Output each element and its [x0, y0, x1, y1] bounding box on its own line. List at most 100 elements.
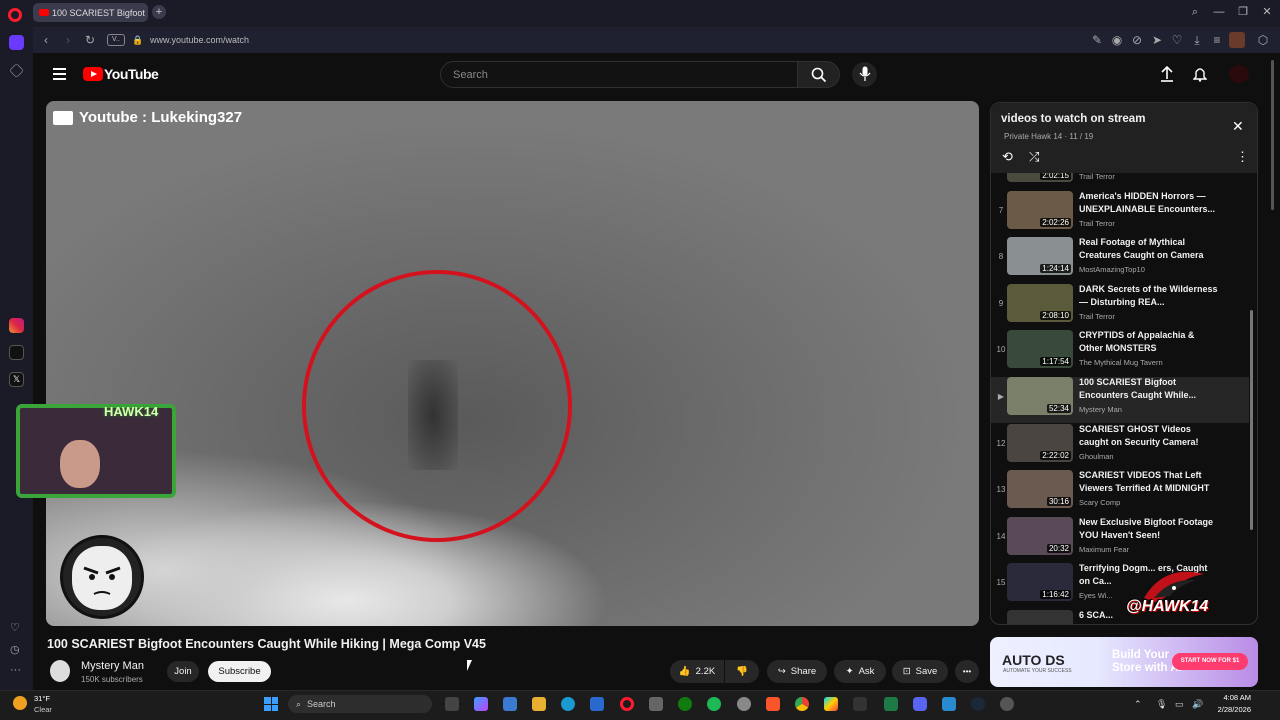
loop-icon[interactable]: ⟲: [1002, 149, 1013, 165]
weather-condition[interactable]: Clear: [34, 705, 52, 714]
close-playlist-icon[interactable]: ✕: [1232, 118, 1244, 135]
brave-icon[interactable]: [766, 697, 780, 711]
widgets-icon[interactable]: [503, 697, 517, 711]
playlist-item-title[interactable]: America's HIDDEN Horrors — UNEXPLAINABLE…: [1079, 190, 1219, 216]
playlist-item[interactable]: 14 20:32 New Exclusive Bigfoot Footage YOU…: [991, 517, 1249, 563]
playlist-item-channel: The Mythical Mug Tavern: [1079, 358, 1163, 367]
playlist-item-title[interactable]: New Exclusive Bigfoot Footage YOU Haven'…: [1079, 516, 1219, 542]
playlist-item-title[interactable]: SCARIEST VIDEOS That Left Viewers Terrif…: [1079, 469, 1219, 495]
app-gear-icon[interactable]: [1000, 697, 1014, 711]
playlist-item[interactable]: 7 2:02:26 America's HIDDEN Horrors — UNEXP…: [991, 191, 1249, 237]
chrome-icon[interactable]: [795, 697, 809, 711]
playlist-item-thumbnail[interactable]: 2:08:10: [1007, 284, 1073, 322]
taskbar-search[interactable]: ⌕ Search: [288, 695, 432, 713]
xbox-icon[interactable]: [678, 697, 692, 711]
share-button[interactable]: ↪ Share: [767, 660, 827, 683]
playlist-title[interactable]: videos to watch on stream: [1001, 113, 1145, 125]
playlist-item-index: 14: [996, 532, 1006, 541]
playlist-item[interactable]: 8 1:24:14 Real Footage of Mythical Creatur…: [991, 237, 1249, 283]
history-icon[interactable]: ◷: [10, 643, 20, 656]
playlist-item-duration: 52:34: [1046, 404, 1071, 413]
playlist-item-index: 12: [996, 439, 1006, 448]
playlist-item-duration: 2:22:02: [1040, 451, 1071, 460]
tray-mic-icon[interactable]: 🎙: [1156, 699, 1167, 710]
tray-display-icon[interactable]: ▭: [1175, 699, 1184, 710]
windows-taskbar: [0, 690, 1280, 720]
playlist-item-duration: 2:08:10: [1040, 311, 1071, 320]
channel-name[interactable]: Mystery Man: [81, 660, 144, 672]
playlist-item[interactable]: ▶ 52:34 100 SCARIEST Bigfoot Encounters Ca…: [991, 377, 1249, 423]
discord-icon[interactable]: [913, 697, 927, 711]
playlist-item-index: 15: [996, 578, 1006, 587]
video-title: 100 SCARIEST Bigfoot Encounters Caught W…: [47, 637, 486, 651]
playlist-item-index: 13: [996, 485, 1006, 494]
excel-icon[interactable]: [884, 697, 898, 711]
save-button[interactable]: ⊡ Save: [892, 660, 948, 683]
playlist-item-channel: Trail Terror: [1079, 172, 1115, 181]
playlist-item-title[interactable]: 100 SCARIEST Bigfoot Encounters Caught W…: [1079, 376, 1219, 402]
playlist-item-index: ▶: [997, 392, 1005, 401]
join-button[interactable]: Join: [167, 661, 199, 682]
steam-icon[interactable]: [971, 697, 985, 711]
playlist-item-thumbnail[interactable]: [1007, 610, 1073, 624]
more-actions-button[interactable]: •••: [955, 660, 979, 683]
dislike-button[interactable]: 👎: [725, 660, 759, 683]
spotify-icon[interactable]: [707, 697, 721, 711]
ask-button[interactable]: ✦ Ask: [834, 660, 886, 683]
weather-temperature[interactable]: 31°F: [34, 694, 50, 703]
playlist-more-icon[interactable]: ⋮: [1236, 149, 1249, 165]
playlist-item-title[interactable]: CRYPTIDS of Appalachia & Other MONSTERS: [1079, 329, 1219, 355]
playlist-item[interactable]: 12 2:22:02 SCARIEST GHOST Videos caught on…: [991, 424, 1249, 470]
ad-cta-button[interactable]: START NOW FOR $1: [1172, 653, 1248, 670]
playlist-item-index: 8: [998, 252, 1004, 261]
playlist-item-duration: 1:24:14: [1040, 264, 1071, 273]
playlist-item[interactable]: 9 2:08:10 DARK Secrets of the Wilderness —…: [991, 284, 1249, 330]
tray-chevron-icon[interactable]: ⌃: [1134, 699, 1142, 710]
like-button[interactable]: 👍 2.2K: [670, 660, 724, 683]
editor-icon[interactable]: [942, 697, 956, 711]
obs-icon[interactable]: [737, 697, 751, 711]
copilot-icon[interactable]: [474, 697, 488, 711]
shuffle-icon[interactable]: ⤮: [1029, 149, 1039, 165]
playlist-scrollbar[interactable]: [1250, 310, 1253, 530]
more-sidebar-icon[interactable]: ···: [10, 664, 21, 676]
weather-moon-icon[interactable]: [13, 696, 27, 710]
playlist-item-index: 9: [998, 299, 1004, 308]
playlist-item-title[interactable]: Real Footage of Mythical Creatures Caugh…: [1079, 236, 1219, 262]
file-explorer-icon[interactable]: [532, 697, 546, 711]
windows-start-icon[interactable]: [264, 697, 278, 711]
edge-icon[interactable]: [561, 697, 575, 711]
playlist-item-title[interactable]: SCARIEST GHOST Videos caught on Security…: [1079, 423, 1219, 449]
playlist-item-thumbnail[interactable]: 2:22:02: [1007, 424, 1073, 462]
playlist-item-thumbnail[interactable]: 1:17:54: [1007, 330, 1073, 368]
bookmark-icon: ⊡: [902, 666, 911, 677]
playlist-item-thumbnail[interactable]: 2:02:26: [1007, 191, 1073, 229]
channel-avatar[interactable]: [50, 660, 70, 682]
playlist-item-title[interactable]: DARK Secrets of the Wilderness — Disturb…: [1079, 283, 1219, 309]
save-label: Save: [915, 666, 938, 677]
playlist-item-thumbnail[interactable]: 1:16:42: [1007, 563, 1073, 601]
playlist-item-channel: Mystery Man: [1079, 405, 1122, 414]
playlist-item-thumbnail[interactable]: 20:32: [1007, 517, 1073, 555]
settings-gear-icon[interactable]: [853, 697, 867, 711]
task-view-icon[interactable]: [445, 697, 459, 711]
playlist-item[interactable]: 13 30:16 SCARIEST VIDEOS That Left Viewers…: [991, 470, 1249, 516]
play-store-icon[interactable]: [824, 697, 838, 711]
subscriber-count: 150K subscribers: [81, 675, 143, 684]
clock-time[interactable]: 4:08 AM: [1207, 693, 1251, 702]
playlist-item-duration: 1:17:54: [1040, 357, 1071, 366]
playlist-item-duration: 20:32: [1046, 544, 1071, 553]
playlist-item-thumbnail[interactable]: 52:34: [1007, 377, 1073, 415]
playlist-item-thumbnail[interactable]: 30:16: [1007, 470, 1073, 508]
tray-volume-icon[interactable]: 🔊: [1192, 699, 1203, 710]
app-icon[interactable]: [649, 697, 663, 711]
store-icon[interactable]: [590, 697, 604, 711]
opera-taskbar-icon[interactable]: [620, 697, 634, 711]
subscribe-button[interactable]: Subscribe: [208, 661, 271, 682]
playlist-item-thumbnail[interactable]: 1:24:14: [1007, 237, 1073, 275]
playlist-item-channel: Trail Terror: [1079, 219, 1115, 228]
clock-date[interactable]: 2/28/2026: [1207, 705, 1251, 714]
playlist-item[interactable]: 10 1:17:54 CRYPTIDS of Appalachia & Other …: [991, 330, 1249, 376]
hawk-logo-text: @HAWK14: [1126, 598, 1209, 615]
thumbs-down-icon: 👎: [736, 666, 748, 677]
